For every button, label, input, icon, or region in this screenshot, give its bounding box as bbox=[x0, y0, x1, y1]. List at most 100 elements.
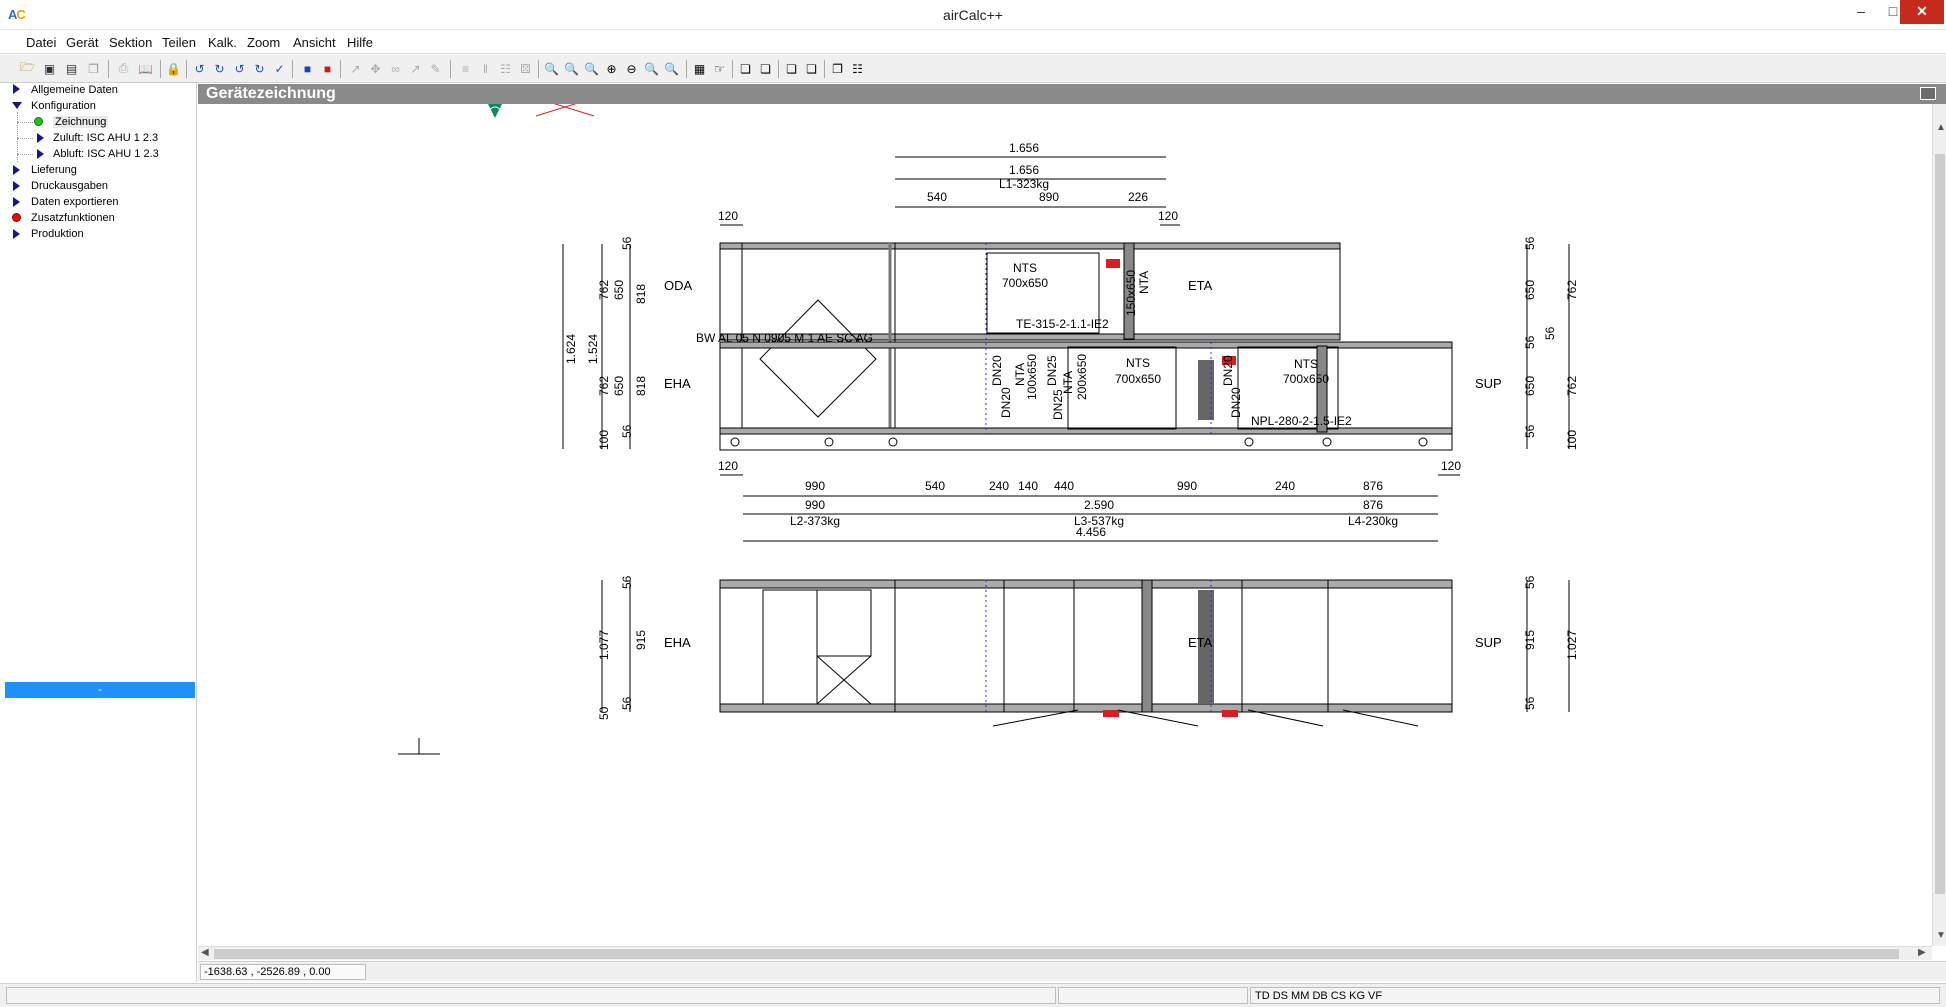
comp-dn20-c: DN20 bbox=[1221, 355, 1235, 386]
menu-hilfe[interactable]: Hilfe bbox=[347, 35, 373, 50]
refresh-icon[interactable]: ↺ bbox=[230, 59, 249, 78]
dim-bottom-left-56-b: 56 bbox=[620, 696, 634, 710]
check-icon[interactable]: ✓ bbox=[270, 59, 289, 78]
dim-left-56-b: 56 bbox=[620, 424, 634, 438]
save-icon[interactable]: ▣ bbox=[40, 59, 59, 78]
foot-circle bbox=[824, 437, 834, 447]
dim-left-818-a: 818 bbox=[634, 284, 648, 304]
binoculars-icon[interactable]: ⚄ bbox=[516, 59, 535, 78]
book-icon[interactable]: 📖 bbox=[136, 59, 155, 78]
tree-item-konfiguration[interactable]: Konfiguration bbox=[31, 100, 96, 112]
blue-cube-icon[interactable]: ■ bbox=[298, 59, 317, 78]
coordinate-bar: -1638.63 , -2526.89 , 0.00 bbox=[198, 961, 1946, 981]
move-a-icon[interactable]: ↗ bbox=[346, 59, 365, 78]
zoom-pan-icon[interactable]: 🔍 bbox=[662, 59, 681, 78]
redo-icon[interactable]: ↻ bbox=[250, 59, 269, 78]
triangle-right-icon[interactable] bbox=[13, 165, 20, 175]
tree-item-zuluft[interactable]: Zuluft: ISC AHU 1 2.3 bbox=[53, 132, 158, 144]
triangle-right-icon[interactable] bbox=[37, 149, 44, 159]
menu-teilen[interactable]: Teilen bbox=[162, 35, 196, 50]
menu-sektion[interactable]: Sektion bbox=[109, 35, 152, 50]
menu-kalk[interactable]: Kalk. bbox=[208, 35, 237, 50]
menu-geraet[interactable]: Gerät bbox=[66, 35, 99, 50]
vertical-scrollbar[interactable]: ▲ ▼ bbox=[1932, 104, 1946, 946]
rotate-cw-icon[interactable]: ↻ bbox=[210, 59, 229, 78]
layer-b-icon[interactable]: ❏ bbox=[756, 59, 775, 78]
red-cube-icon[interactable]: ■ bbox=[318, 59, 337, 78]
move-icon[interactable]: ✥ bbox=[366, 59, 385, 78]
distribute-icon[interactable]: ☷ bbox=[496, 59, 515, 78]
filter-pad bbox=[1198, 360, 1214, 420]
layer-a-icon[interactable]: ❏ bbox=[736, 59, 755, 78]
comp-size-6: 700x650 bbox=[1283, 372, 1329, 386]
red-component bbox=[1222, 710, 1238, 717]
foot-circle bbox=[1418, 437, 1428, 447]
align-h-icon[interactable]: ≡ bbox=[456, 59, 475, 78]
drawing-canvas[interactable]: ODA EHA ETA SUP EHA ETA SUP 1.656 1.656 … bbox=[198, 97, 1932, 946]
zoom-previous-icon[interactable]: 🔍 bbox=[642, 59, 661, 78]
horizontal-scrollbar[interactable]: ◀ ▶ bbox=[198, 946, 1932, 960]
link-icon[interactable]: ∞ bbox=[386, 59, 405, 78]
triangle-right-icon[interactable] bbox=[37, 133, 44, 143]
dim-mid-876-a: 876 bbox=[1363, 479, 1383, 493]
move-b-icon[interactable]: ↗ bbox=[406, 59, 425, 78]
horizontal-scroll-thumb[interactable] bbox=[214, 949, 1899, 959]
comp-size-1: 700x650 bbox=[1002, 276, 1048, 290]
edit-icon[interactable]: ✎ bbox=[426, 59, 445, 78]
tree-item-zusatzfunktionen[interactable]: Zusatzfunktionen bbox=[31, 212, 115, 224]
zoom-extents-icon[interactable]: 🔍 bbox=[582, 59, 601, 78]
zoom-in-icon[interactable]: ⊕ bbox=[602, 59, 621, 78]
layer-c-icon[interactable]: ❏ bbox=[782, 59, 801, 78]
triangle-down-icon[interactable] bbox=[12, 102, 22, 109]
save-as-icon[interactable]: ▤ bbox=[62, 59, 81, 78]
tree-item-abluft[interactable]: Abluft: ISC AHU 1 2.3 bbox=[53, 148, 159, 160]
triangle-right-icon[interactable] bbox=[13, 84, 20, 94]
panel-window-icon[interactable] bbox=[1920, 87, 1936, 100]
copy-icon[interactable]: ❐ bbox=[84, 59, 103, 78]
align-v-icon[interactable]: ‖ bbox=[476, 59, 495, 78]
tree-item-allgemeine-daten[interactable]: Allgemeine Daten bbox=[31, 84, 118, 96]
pick-icon[interactable]: ☞ bbox=[710, 59, 729, 78]
scroll-right-icon[interactable]: ▶ bbox=[1918, 947, 1926, 958]
zoom-all-icon[interactable]: 🔍 bbox=[562, 59, 581, 78]
menu-ansicht[interactable]: Ansicht bbox=[293, 35, 336, 50]
splitter-bar[interactable]: - bbox=[5, 682, 195, 698]
zoom-out-icon[interactable]: ⊖ bbox=[622, 59, 641, 78]
table-icon[interactable]: ▦ bbox=[690, 59, 709, 78]
dim-top-2: 1.656 bbox=[1009, 163, 1039, 177]
dim-mid-990-a: 990 bbox=[805, 479, 825, 493]
triangle-right-icon[interactable] bbox=[13, 229, 20, 239]
comp-dn25-a: DN25 bbox=[1045, 355, 1059, 386]
close-button[interactable]: ✕ bbox=[1900, 0, 1944, 24]
fan-bottom-left bbox=[1003, 579, 1075, 713]
scroll-up-icon[interactable]: ▲ bbox=[1936, 122, 1946, 133]
window-title: airCalc++ bbox=[943, 7, 1003, 23]
vertical-scroll-thumb[interactable] bbox=[1935, 154, 1945, 894]
tree-item-zeichnung[interactable]: Zeichnung bbox=[53, 116, 109, 128]
tree-item-druckausgaben[interactable]: Druckausgaben bbox=[31, 180, 108, 192]
scroll-left-icon[interactable]: ◀ bbox=[201, 947, 209, 958]
toolbar-separator bbox=[538, 60, 539, 78]
triangle-right-icon[interactable] bbox=[13, 181, 20, 191]
window-icon[interactable]: ❐ bbox=[828, 59, 847, 78]
print-icon[interactable]: ⎙ bbox=[114, 59, 133, 78]
menu-datei[interactable]: Datei bbox=[26, 35, 56, 50]
tree-item-produktion[interactable]: Produktion bbox=[31, 228, 84, 240]
tree-item-lieferung[interactable]: Lieferung bbox=[31, 164, 77, 176]
layer-d-icon[interactable]: ❏ bbox=[802, 59, 821, 78]
tree-connector bbox=[17, 154, 33, 155]
open-folder-icon[interactable]: 🗁 bbox=[18, 59, 37, 78]
dim-right-100: 100 bbox=[1565, 430, 1579, 450]
bottom-end-post bbox=[1141, 579, 1153, 713]
comp-size-2: 150x650 bbox=[1124, 270, 1138, 316]
triangle-right-icon[interactable] bbox=[13, 197, 20, 207]
rotate-ccw-icon[interactable]: ↺ bbox=[190, 59, 209, 78]
lock-icon[interactable]: 🔒 bbox=[164, 59, 183, 78]
scroll-down-icon[interactable]: ▼ bbox=[1936, 930, 1946, 941]
menu-zoom[interactable]: Zoom bbox=[247, 35, 280, 50]
comp-nts-1: NTS bbox=[1013, 261, 1037, 275]
zoom-window-icon[interactable]: 🔍 bbox=[542, 59, 561, 78]
tree-item-daten-exportieren[interactable]: Daten exportieren bbox=[31, 196, 118, 208]
coordinate-readout: -1638.63 , -2526.89 , 0.00 bbox=[200, 964, 366, 980]
network-icon[interactable]: ☷ bbox=[848, 59, 867, 78]
